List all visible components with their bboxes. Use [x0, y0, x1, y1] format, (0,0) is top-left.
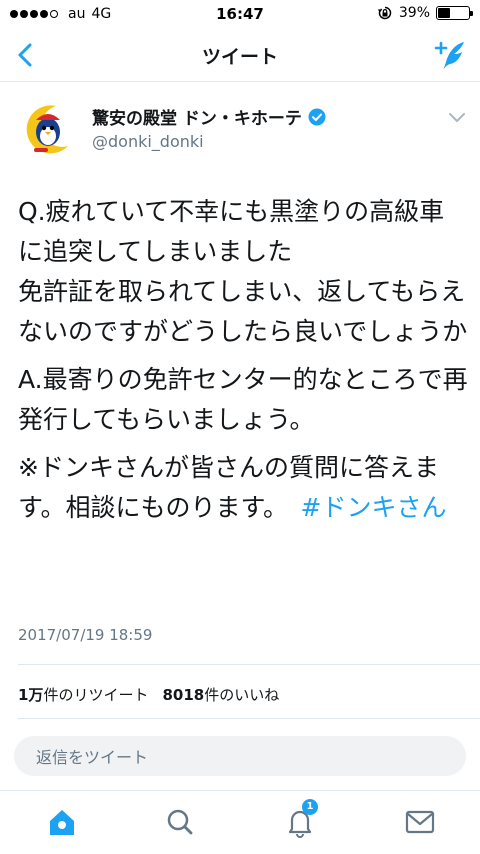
- tab-messages[interactable]: [400, 805, 440, 839]
- compose-tweet-button[interactable]: [432, 38, 468, 72]
- tweet-stats: 1万件のリツイート 8018件のいいね: [18, 684, 279, 705]
- tweet-paragraph-answer: A.最寄りの免許センター的なところで再発行してもらいましょう。: [18, 365, 468, 434]
- tweet-timestamp: 2017/07/19 18:59: [18, 626, 153, 644]
- tweet-text: Q.疲れていて不幸にも黒塗りの高級車に追突してしまいました 免許証を取られてしま…: [18, 192, 468, 536]
- battery-percent: 39%: [398, 5, 430, 21]
- donki-mascot-avatar: [16, 98, 78, 160]
- tab-notifications[interactable]: 1: [280, 799, 320, 839]
- notifications-badge: 1: [302, 799, 318, 815]
- tab-search[interactable]: [160, 805, 200, 839]
- avatar[interactable]: [16, 98, 78, 160]
- tweet-options-button[interactable]: [448, 110, 466, 124]
- author-name: 驚安の殿堂 ドン・キホーテ: [92, 109, 302, 129]
- tab-bar: 1: [0, 790, 480, 854]
- likes-count: 8018: [162, 686, 205, 704]
- retweets-count: 1万: [18, 686, 44, 704]
- tweet-header: 驚安の殿堂 ドン・キホーテ @donki_donki: [0, 90, 480, 170]
- likes-label: 件のいいね: [204, 686, 280, 704]
- retweets-label: 件のリツイート: [43, 686, 149, 704]
- nav-bar: ツイート: [0, 30, 480, 82]
- status-right: 39%: [377, 5, 473, 21]
- divider: [18, 664, 480, 665]
- battery-fill: [438, 8, 450, 18]
- likes-stat[interactable]: 8018件のいいね: [162, 684, 279, 705]
- retweets-stat[interactable]: 1万件のリツイート: [18, 684, 148, 705]
- chevron-down-icon: [449, 113, 465, 122]
- home-icon: [50, 810, 74, 835]
- author-handle[interactable]: @donki_donki: [92, 132, 204, 151]
- compose-tweet-icon: [434, 41, 464, 70]
- author-name-row[interactable]: 驚安の殿堂 ドン・キホーテ: [92, 104, 326, 129]
- divider: [18, 718, 480, 719]
- tweet-paragraph-note: ※ドンキさんが皆さんの質問に答えます。相談にものります。 #ドンキさん: [18, 448, 468, 528]
- rotation-lock-icon: [377, 6, 392, 20]
- verified-badge-icon: [308, 108, 326, 125]
- tweet-paragraph-question: Q.疲れていて不幸にも黒塗りの高級車に追突してしまいました 免許証を取られてしま…: [18, 197, 468, 346]
- messages-icon: [405, 810, 435, 834]
- hashtag-link[interactable]: #ドンキさん: [301, 493, 447, 522]
- search-icon: [167, 809, 193, 835]
- page-title: ツイート: [201, 46, 278, 68]
- battery-icon: [436, 6, 473, 20]
- reply-placeholder: 返信をツイート: [36, 748, 149, 767]
- reply-input[interactable]: 返信をツイート: [14, 736, 466, 776]
- status-bar: au 4G 16:47 39%: [0, 0, 480, 30]
- tab-home[interactable]: [42, 805, 82, 839]
